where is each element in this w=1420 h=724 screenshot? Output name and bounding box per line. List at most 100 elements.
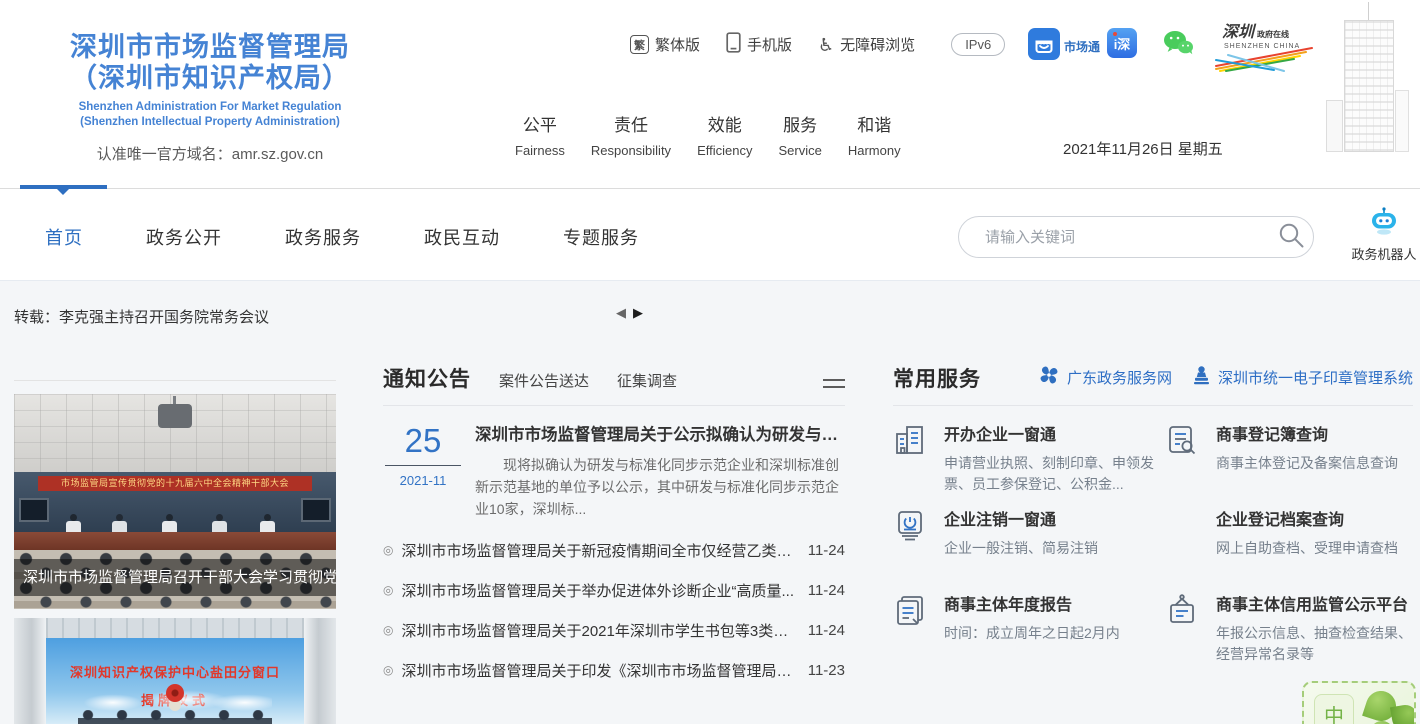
- nav-item-special-services[interactable]: 专题服务: [563, 224, 639, 250]
- services-header: 常用服务 广东政务服务网 深圳市统一电子印章管理系统: [893, 363, 1413, 406]
- carousel-caption: 深圳市市场监督管理局召开干部大会学习贯彻党的十...: [14, 559, 336, 596]
- services-external-links: 广东政务服务网 深圳市统一电子印章管理系统: [1038, 364, 1413, 393]
- service-credit-platform[interactable]: 商事主体信用监管公示平台 年报公示信息、抽查检查结果、经营异常名录等: [1165, 591, 1413, 652]
- featured-summary: 现将拟确认为研发与标准化同步示范企业和深圳标准创新示范基地的单位予以公示，其中研…: [475, 454, 845, 520]
- tab-surveys[interactable]: 征集调查: [617, 370, 677, 391]
- robot-icon: [1366, 224, 1402, 241]
- ishen-red-dot: [1113, 32, 1117, 36]
- accessibility-icon: ♿: [818, 36, 834, 54]
- featured-month: 2021-11: [383, 473, 463, 488]
- traditional-chinese-icon: 繁: [630, 35, 649, 54]
- service-archive-query[interactable]: 企业登记档案查询 网上自助查档、受理申请查档: [1165, 506, 1413, 567]
- accessibility-link[interactable]: ♿ 无障碍浏览: [818, 34, 915, 55]
- mobile-version-link[interactable]: 手机版: [726, 32, 792, 57]
- photo2-pillar-right: [304, 618, 336, 724]
- service-registry-query[interactable]: 商事登记簿查询 商事主体登记及备案信息查询: [1165, 421, 1413, 482]
- page: 深圳市市场监督管理局 （深圳市知识产权局） Shenzhen Administr…: [0, 0, 1420, 724]
- service-text: 开办企业一窗通 申请营业执照、刻制印章、申领发票、员工参保登记、公积金...: [944, 421, 1165, 482]
- photo-desk: [14, 532, 336, 550]
- search-button[interactable]: [1269, 217, 1313, 257]
- photo-screen-right: [301, 498, 331, 522]
- notices-title: 通知公告: [383, 363, 471, 393]
- photo2-banner-line1: 深圳知识产权保护中心盐田分窗口: [46, 662, 304, 681]
- traditional-chinese-label: 繁体版: [655, 34, 700, 55]
- news-ticker-link[interactable]: 转载：李克强主持召开国务院常务会议: [14, 306, 269, 327]
- official-domain-notice: 认准唯一官方域名：amr.sz.gov.cn: [26, 143, 394, 164]
- photo2-ribbon-flower: [166, 684, 184, 702]
- notice-item[interactable]: ◎ 深圳市市场监督管理局关于举办促进体外诊断企业“高质量... 11-24: [383, 570, 845, 610]
- photo2-people-row: [78, 710, 272, 724]
- ipv6-badge[interactable]: IPv6: [951, 33, 1005, 56]
- phone-icon: [726, 32, 741, 57]
- floating-gov-widget[interactable]: 中: [1302, 681, 1416, 724]
- pinwheel-icon: [1038, 364, 1060, 390]
- featured-date-block: 25 2021-11: [383, 421, 463, 520]
- service-business-cancellation[interactable]: 企业注销一窗通 企业一般注销、简易注销: [893, 506, 1165, 567]
- building-windows-icon: [893, 421, 929, 482]
- notices-section: 通知公告 案件公告送达 征集调查 25 2021-11 深圳市市场监督管理局关于…: [383, 363, 845, 690]
- widget-zhong-label: 中: [1314, 694, 1354, 724]
- shichangtong-app-link[interactable]: 市场通: [1028, 28, 1100, 65]
- building-sketch-image: [1318, 2, 1418, 154]
- photo-screen-left: [19, 498, 49, 522]
- carousel-slide-ceremony[interactable]: 深圳知识产权保护中心盐田分窗口 揭牌仪式: [14, 618, 336, 724]
- gov-robot-assistant[interactable]: 政务机器人: [1348, 207, 1420, 263]
- bullet-icon: ◎: [383, 663, 393, 677]
- value-harmony: 和谐 Harmony: [848, 111, 901, 158]
- robot-label: 政务机器人: [1348, 244, 1420, 263]
- nav-active-indicator: [20, 185, 107, 189]
- carousel-slide-conference[interactable]: 市场监管局宣传贯彻党的十九届六中全会精神干部大会 深圳市市场监督管理局召开干部大…: [14, 394, 336, 609]
- eseal-system-link[interactable]: 深圳市统一电子印章管理系统: [1192, 365, 1413, 389]
- site-logo[interactable]: 深圳市市场监督管理局 （深圳市知识产权局） Shenzhen Administr…: [26, 32, 394, 164]
- site-title-en-line1: Shenzhen Administration For Market Regul…: [26, 100, 394, 114]
- notice-item[interactable]: ◎ 深圳市市场监督管理局关于新冠疫情期间全市仅经营乙类非... 11-24: [383, 530, 845, 570]
- featured-day: 25: [383, 423, 463, 459]
- sz-logo-ribbon-icon: [1214, 46, 1326, 77]
- ishen-app-icon[interactable]: i深: [1107, 28, 1137, 58]
- service-open-business[interactable]: 开办企业一窗通 申请营业执照、刻制印章、申领发票、员工参保登记、公积金...: [893, 421, 1165, 482]
- nav-item-gov-disclosure[interactable]: 政务公开: [146, 224, 222, 250]
- power-device-icon: [893, 506, 929, 567]
- core-values: 公平 Fairness 责任 Responsibility 效能 Efficie…: [515, 111, 901, 158]
- shichangtong-app-icon: [1028, 28, 1060, 65]
- services-grid: 开办企业一窗通 申请营业执照、刻制印章、申领发票、员工参保登记、公积金... 商…: [893, 421, 1413, 652]
- hanging-sign-icon: [1165, 591, 1201, 652]
- accessibility-label: 无障碍浏览: [840, 34, 915, 55]
- sz-logo-small-text: 政府在线: [1257, 29, 1289, 40]
- ticker-next-icon[interactable]: ▶: [633, 305, 643, 321]
- notices-header: 通知公告 案件公告送达 征集调查: [383, 363, 845, 406]
- notice-item[interactable]: ◎ 深圳市市场监督管理局关于印发《深圳市市场监督管理局商... 11-23: [383, 650, 845, 690]
- notices-more-icon[interactable]: [823, 379, 845, 393]
- tab-case-announcements[interactable]: 案件公告送达: [499, 370, 589, 391]
- photo-officials-heads: [70, 514, 77, 521]
- notice-item[interactable]: ◎ 深圳市市场监督管理局关于2021年深圳市学生书包等3类产... 11-24: [383, 610, 845, 650]
- nav-item-gov-services[interactable]: 政务服务: [285, 224, 361, 250]
- ticker-controls: ◀ ▶: [616, 305, 643, 321]
- photo-banner-text: 市场监管局宣传贯彻党的十九届六中全会精神干部大会: [38, 476, 312, 491]
- shenzhen-gov-online-logo[interactable]: 深圳 政府在线 SHENZHEN CHINA: [1214, 18, 1326, 77]
- site-title-line2: （深圳市知识产权局）: [26, 63, 394, 94]
- traditional-chinese-link[interactable]: 繁 繁体版: [630, 34, 700, 55]
- search-input[interactable]: [959, 229, 1269, 246]
- notice-list: ◎ 深圳市市场监督管理局关于新冠疫情期间全市仅经营乙类非... 11-24 ◎ …: [383, 530, 845, 690]
- wechat-icon[interactable]: [1163, 30, 1194, 62]
- main-nav: 首页 政务公开 政务服务 政民互动 专题服务: [45, 224, 639, 250]
- nav-item-interaction[interactable]: 政民互动: [424, 224, 500, 250]
- service-text: 商事主体年度报告 时间：成立周年之日起2月内: [944, 591, 1120, 652]
- photo-carousel: 市场监管局宣传贯彻党的十九届六中全会精神干部大会 深圳市市场监督管理局召开干部大…: [14, 380, 336, 724]
- featured-date-rule: [385, 465, 461, 466]
- ticker-prev-icon[interactable]: ◀: [616, 305, 626, 321]
- service-annual-report[interactable]: 商事主体年度报告 时间：成立周年之日起2月内: [893, 591, 1165, 652]
- site-title-en-line2: (Shenzhen Intellectual Property Administ…: [26, 115, 394, 129]
- notices-tabs: 案件公告送达 征集调查: [499, 370, 677, 393]
- guangdong-gov-services-link[interactable]: 广东政务服务网: [1038, 364, 1172, 390]
- carousel-top-divider: [14, 380, 336, 381]
- photo-projector: [158, 404, 192, 428]
- bullet-icon: ◎: [383, 623, 393, 637]
- service-text: 商事主体信用监管公示平台 年报公示信息、抽查检查结果、经营异常名录等: [1216, 591, 1413, 652]
- services-section: 常用服务 广东政务服务网 深圳市统一电子印章管理系统: [893, 363, 1413, 652]
- services-title: 常用服务: [893, 363, 981, 393]
- utility-links: 繁 繁体版 手机版 ♿ 无障碍浏览 IPv6: [630, 32, 1005, 57]
- nav-item-home[interactable]: 首页: [45, 224, 83, 250]
- featured-notice[interactable]: 25 2021-11 深圳市市场监督管理局关于公示拟确认为研发与标... 现将拟…: [383, 421, 845, 520]
